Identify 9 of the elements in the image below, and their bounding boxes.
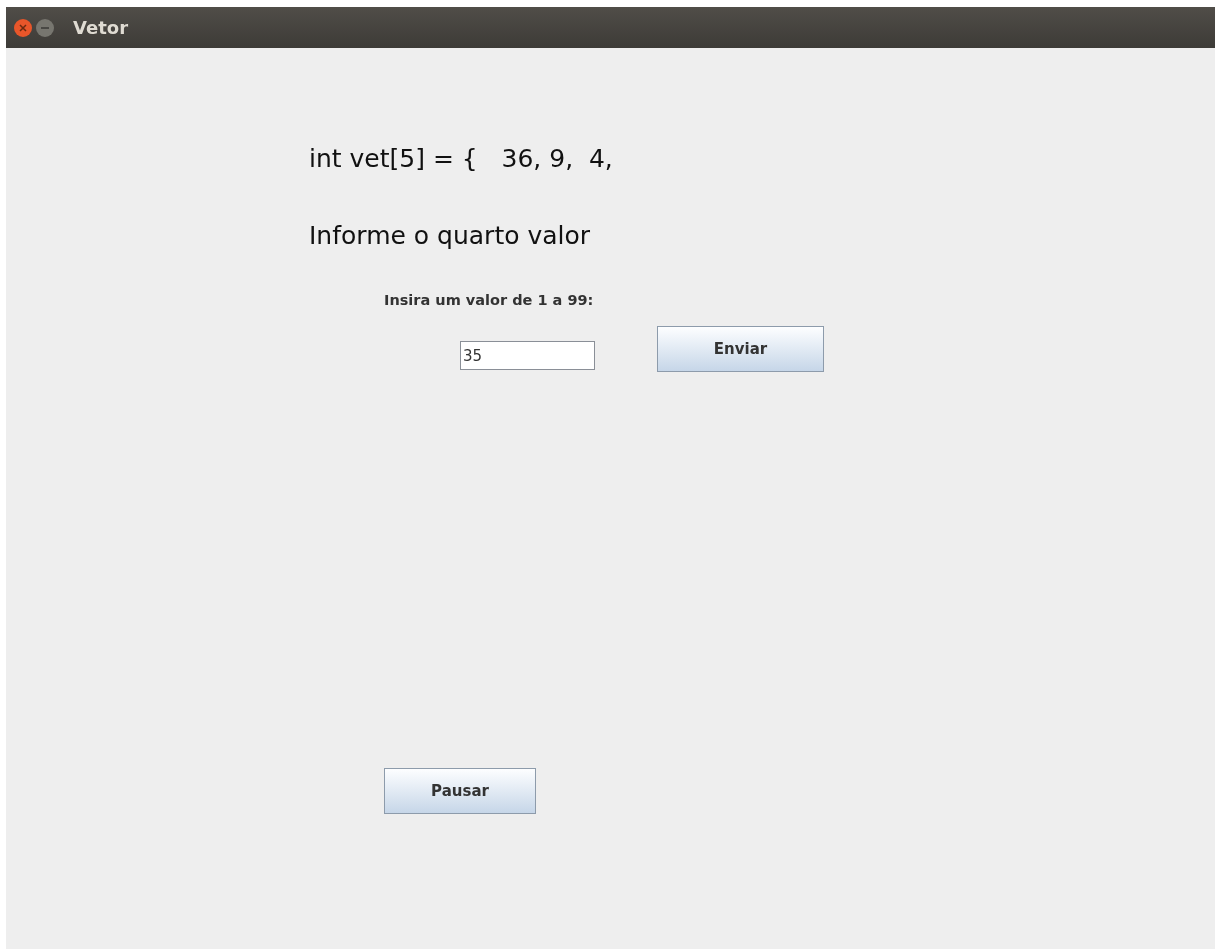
close-icon[interactable] — [14, 18, 32, 37]
vector-text: int vet[5] = { 36, 9, 4, — [309, 144, 614, 174]
value-field[interactable]: 35 — [460, 341, 595, 370]
pause-button[interactable]: Pausar — [384, 768, 536, 814]
send-button[interactable]: Enviar — [657, 326, 824, 372]
prompt-text: Informe o quarto valor — [309, 221, 592, 251]
minimize-icon[interactable] — [36, 18, 54, 37]
window-title: Vetor — [73, 17, 128, 38]
input-label: Insira um valor de 1 a 99: — [384, 292, 595, 308]
